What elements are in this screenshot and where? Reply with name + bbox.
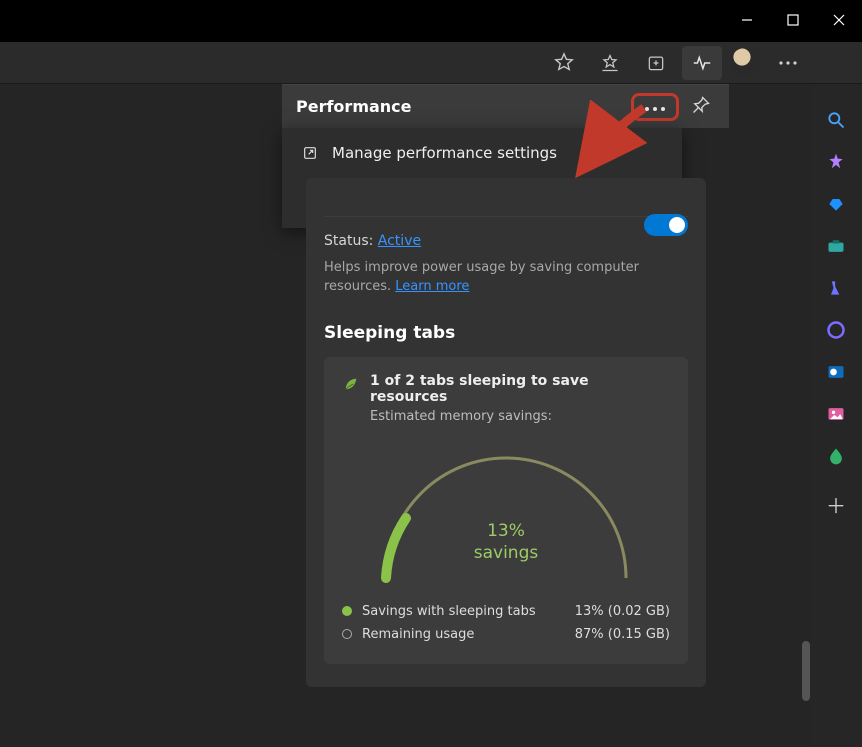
performance-title: Performance — [296, 97, 623, 116]
edge-sidebar: ＋ — [810, 84, 862, 747]
status-value[interactable]: Active — [378, 233, 421, 249]
leaf-icon — [342, 375, 360, 397]
profile-avatar[interactable] — [730, 48, 760, 78]
browser-toolbar — [0, 42, 862, 84]
sleeping-tabs-card: 1 of 2 tabs sleeping to save resources E… — [324, 357, 688, 664]
sleeping-tabs-heading: Sleeping tabs — [324, 323, 688, 343]
performance-more-button[interactable] — [631, 93, 679, 121]
outlook-icon[interactable] — [824, 360, 848, 384]
tools-icon[interactable] — [824, 234, 848, 258]
shopping-icon[interactable] — [824, 192, 848, 216]
sidebar-add-button[interactable]: ＋ — [824, 492, 848, 516]
image-icon[interactable] — [824, 402, 848, 426]
sleeping-summary: 1 of 2 tabs sleeping to save resources — [370, 373, 670, 405]
open-external-icon — [300, 145, 320, 161]
gauge-percent: 13% — [342, 520, 670, 542]
menu-label-manage: Manage performance settings — [332, 144, 557, 162]
legend-dot-fill-icon — [342, 606, 352, 616]
legend-row-savings: Savings with sleeping tabs 13% (0.02 GB) — [342, 600, 670, 623]
scrollbar-thumb[interactable] — [802, 641, 810, 701]
gauge-word: savings — [342, 542, 670, 564]
legend-dot-ring-icon — [342, 629, 352, 639]
drop-icon[interactable] — [824, 444, 848, 468]
pin-button[interactable] — [687, 91, 715, 123]
menu-item-manage-settings[interactable]: Manage performance settings — [282, 134, 682, 172]
sleeping-subtitle: Estimated memory savings: — [370, 409, 670, 424]
favorite-add-icon[interactable] — [544, 46, 584, 80]
learn-more-link[interactable]: Learn more — [395, 279, 469, 294]
performance-flyout-header: Performance — [282, 84, 729, 128]
savings-gauge: 13% savings — [342, 438, 670, 588]
games-icon[interactable] — [824, 276, 848, 300]
close-button[interactable] — [816, 0, 862, 40]
minimize-button[interactable] — [724, 0, 770, 40]
gauge-legend: Savings with sleeping tabs 13% (0.02 GB)… — [342, 600, 670, 646]
settings-more-button[interactable] — [770, 46, 806, 80]
maximize-button[interactable] — [770, 0, 816, 40]
search-icon[interactable] — [824, 108, 848, 132]
efficiency-help-text: Helps improve power usage by saving comp… — [324, 259, 688, 297]
performance-panel: Status: Active Helps improve power usage… — [306, 178, 706, 687]
favorites-icon[interactable] — [590, 46, 630, 80]
rewards-icon[interactable] — [824, 150, 848, 174]
office-icon[interactable] — [824, 318, 848, 342]
collections-icon[interactable] — [636, 46, 676, 80]
window-controls — [724, 0, 862, 40]
efficiency-toggle[interactable] — [644, 214, 688, 236]
performance-icon[interactable] — [682, 46, 722, 80]
legend-row-remaining: Remaining usage 87% (0.15 GB) — [342, 623, 670, 646]
status-label: Status: — [324, 233, 373, 249]
